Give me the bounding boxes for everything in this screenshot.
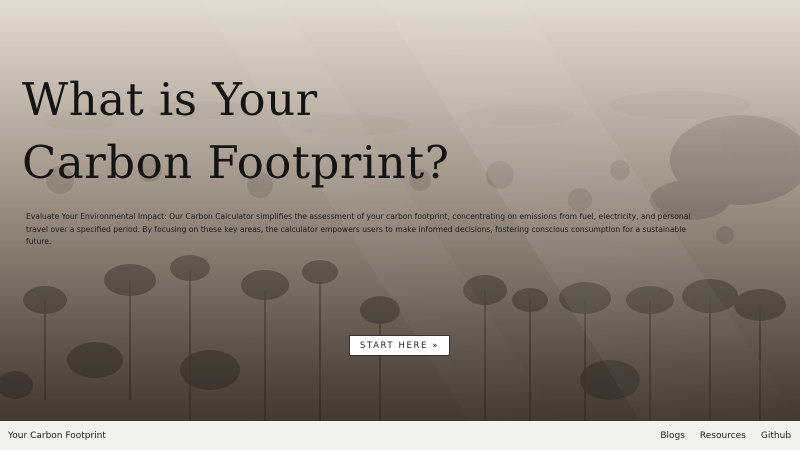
nav-link-resources[interactable]: Resources [700, 431, 746, 441]
hero-description: Evaluate Your Environmental Impact: Our … [26, 212, 691, 246]
footer-bar: Your Carbon Footprint Blogs Resources Gi… [0, 421, 800, 450]
nav-link-github[interactable]: Github [761, 431, 791, 441]
nav-link-blogs[interactable]: Blogs [660, 431, 685, 441]
hero-title: What is Your Carbon Footprint? [22, 73, 450, 189]
start-here-button[interactable]: START HERE » [349, 335, 450, 356]
brand-name[interactable]: Your Carbon Footprint [8, 431, 106, 441]
hero-section: What is Your Carbon Footprint? Evaluate … [0, 0, 800, 421]
footer-nav: Blogs Resources Github [660, 431, 791, 441]
page: What is Your Carbon Footprint? Evaluate … [0, 0, 800, 450]
